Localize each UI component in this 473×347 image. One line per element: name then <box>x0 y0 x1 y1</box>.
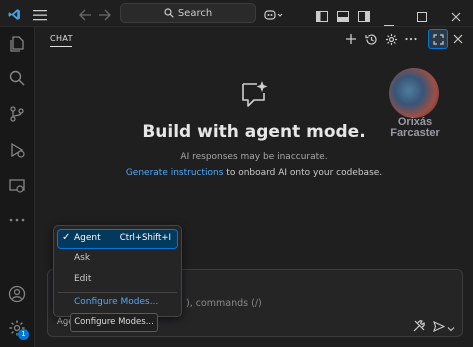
send-options-chevron-icon[interactable] <box>447 318 455 337</box>
menu-icon[interactable] <box>33 6 47 25</box>
menu-item-ask[interactable]: Ask <box>58 250 177 268</box>
history-icon[interactable] <box>364 32 378 46</box>
search-icon <box>164 8 174 18</box>
agent-shortcut: Ctrl+Shift+I <box>119 233 171 243</box>
forward-arrow-icon[interactable] <box>98 6 111 25</box>
explorer-icon[interactable] <box>6 33 28 55</box>
toggle-primary-sidebar-icon[interactable] <box>316 7 328 26</box>
close-panel-icon[interactable] <box>451 32 465 46</box>
configure-modes-tooltip: Configure Modes... <box>70 313 158 332</box>
toggle-panel-icon[interactable] <box>337 7 349 26</box>
instructions-line: Generate instructions to onboard AI onto… <box>35 168 473 178</box>
maximize-panel-icon[interactable] <box>428 29 448 49</box>
chat-input-placeholder: ), commands (/) <box>186 298 262 309</box>
generate-instructions-link[interactable]: Generate instructions <box>126 168 224 178</box>
chat-sparkle-icon <box>240 80 270 112</box>
tools-icon[interactable] <box>413 317 425 336</box>
run-debug-icon[interactable] <box>6 139 28 161</box>
back-arrow-icon[interactable] <box>79 6 92 25</box>
vscode-logo-icon <box>8 6 21 25</box>
settings-badge: 1 <box>18 329 29 340</box>
tab-chat-underline <box>50 46 72 47</box>
search-label: Search <box>177 7 213 19</box>
source-control-icon[interactable] <box>6 103 28 125</box>
activity-bar <box>0 27 35 347</box>
chat-headline: Build with agent mode. <box>142 122 366 142</box>
account-icon[interactable] <box>6 283 28 305</box>
send-icon[interactable] <box>433 317 446 336</box>
menu-separator <box>58 292 177 293</box>
instructions-text: to onboard AI onto your codebase. <box>223 168 383 178</box>
title-bar: Search <box>0 0 473 27</box>
command-center-search[interactable]: Search <box>120 3 256 23</box>
toggle-secondary-sidebar-icon[interactable] <box>358 7 370 26</box>
menu-item-edit[interactable]: Edit <box>58 271 177 289</box>
tab-chat[interactable]: CHAT <box>50 34 73 43</box>
menu-item-agent[interactable]: ✓ Agent Ctrl+Shift+I <box>57 229 178 249</box>
new-chat-icon[interactable] <box>344 32 358 46</box>
check-icon: ✓ <box>62 232 71 243</box>
more-icon[interactable] <box>6 209 28 231</box>
maximize-icon[interactable] <box>417 7 427 26</box>
more-actions-icon[interactable] <box>404 32 418 46</box>
orixas-farcaster-logo <box>389 68 439 118</box>
ai-disclaimer: AI responses may be inaccurate. <box>180 152 328 162</box>
settings-gear-icon[interactable] <box>384 32 398 46</box>
close-window-icon[interactable] <box>451 7 461 26</box>
mode-dropdown-menu: ✓ Agent Ctrl+Shift+I Ask Edit Configure … <box>53 225 182 317</box>
copilot-icon[interactable] <box>264 6 284 25</box>
menu-item-configure-modes[interactable]: Configure Modes... <box>58 294 177 312</box>
remote-explorer-icon[interactable] <box>6 175 28 197</box>
search-view-icon[interactable] <box>6 67 28 89</box>
